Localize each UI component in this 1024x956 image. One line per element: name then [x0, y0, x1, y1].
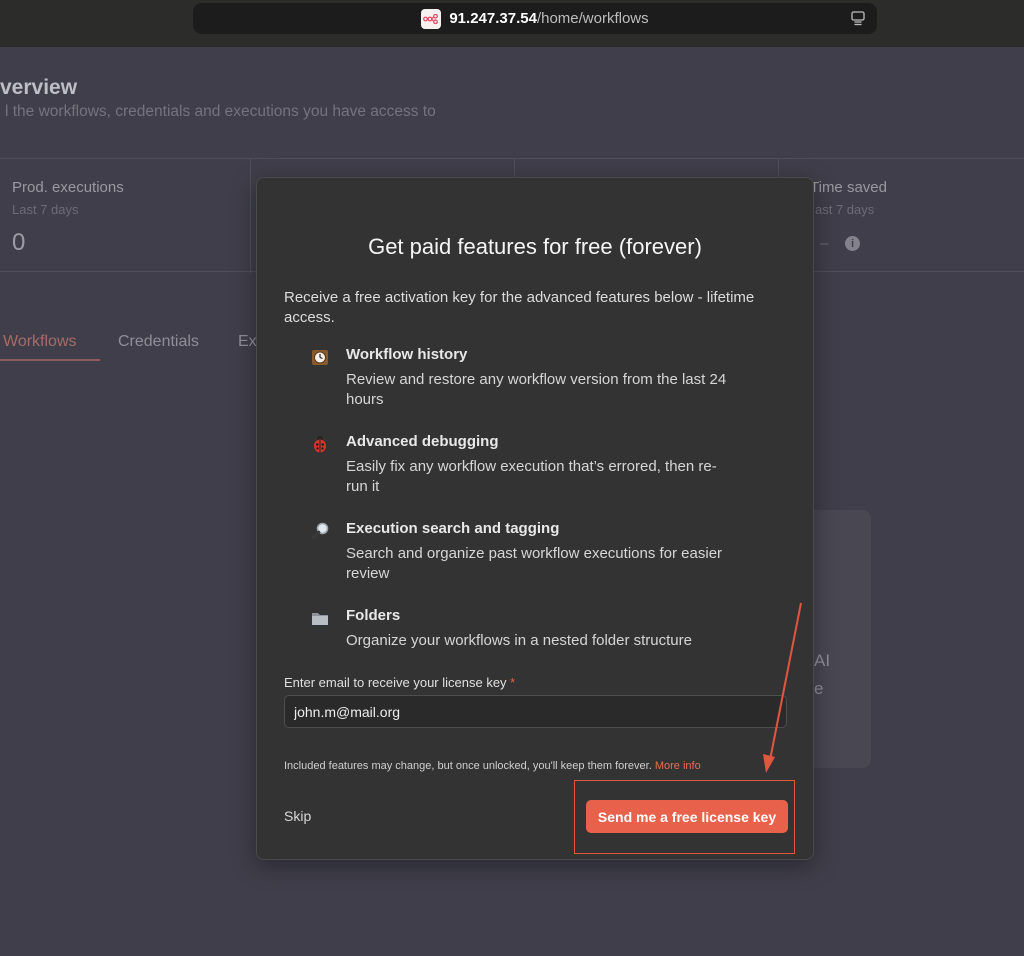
browser-toolbar: 91.247.37.54/home/workflows: [0, 0, 1024, 47]
stat-divider: [250, 159, 251, 273]
reader-mode-icon[interactable]: [851, 11, 865, 30]
more-info-link[interactable]: More info: [655, 760, 701, 772]
stat-label-time-saved: Time saved: [810, 179, 887, 196]
stat-value-time-saved: –: [820, 235, 829, 252]
license-modal: Get paid features for free (forever) Rec…: [256, 177, 814, 860]
stat-label-prod-executions: Prod. executions: [12, 179, 124, 196]
email-label: Enter email to receive your license key …: [284, 675, 515, 690]
annotation-highlight-box: [574, 780, 795, 854]
tab-workflows[interactable]: Workflows: [3, 333, 77, 351]
ladybug-icon: [309, 433, 331, 455]
tab-credentials[interactable]: Credentials: [118, 333, 199, 351]
modal-intro: Receive a free activation key for the ad…: [284, 289, 755, 326]
email-label-text: Enter email to receive your license key: [284, 675, 507, 690]
magnifier-icon: [309, 520, 331, 542]
feature-desc: Easily fix any workflow execution that’s…: [346, 458, 717, 495]
modal-title: Get paid features for free (forever): [368, 234, 702, 259]
feature-title: Folders: [346, 607, 401, 624]
url-path: /home/workflows: [536, 10, 649, 27]
url-host: 91.247.37.54: [449, 10, 537, 27]
background-card-text: e: [814, 679, 824, 698]
info-icon[interactable]: i: [845, 236, 860, 251]
email-input[interactable]: [284, 695, 787, 728]
required-asterisk: *: [510, 675, 516, 690]
n8n-favicon-icon: [421, 8, 442, 29]
skip-button[interactable]: Skip: [284, 808, 311, 824]
clock-icon: [309, 346, 331, 368]
folder-icon: [309, 607, 331, 629]
feature-desc: Search and organize past workflow execut…: [346, 545, 723, 582]
feature-title: Execution search and tagging: [346, 520, 560, 537]
tab-active-underline: [0, 359, 100, 361]
background-card-text: AI: [814, 651, 831, 670]
feature-desc: Review and restore any workflow version …: [346, 371, 727, 408]
page-subtitle: l the workflows, credentials and executi…: [5, 103, 436, 120]
disclaimer: Included features may change, but once u…: [284, 760, 701, 772]
stat-value-prod-executions: 0: [12, 229, 26, 256]
feature-title: Advanced debugging: [346, 433, 499, 450]
stat-sub-time-saved: ast 7 days: [815, 202, 875, 217]
tab-executions[interactable]: Ex: [238, 333, 257, 351]
page-title: verview: [0, 76, 78, 99]
feature-title: Workflow history: [346, 346, 468, 363]
stat-sub-prod-executions: Last 7 days: [12, 202, 79, 217]
feature-desc: Organize your workflows in a nested fold…: [346, 632, 692, 649]
address-bar[interactable]: 91.247.37.54/home/workflows: [193, 3, 877, 34]
disclaimer-text: Included features may change, but once u…: [284, 760, 652, 772]
